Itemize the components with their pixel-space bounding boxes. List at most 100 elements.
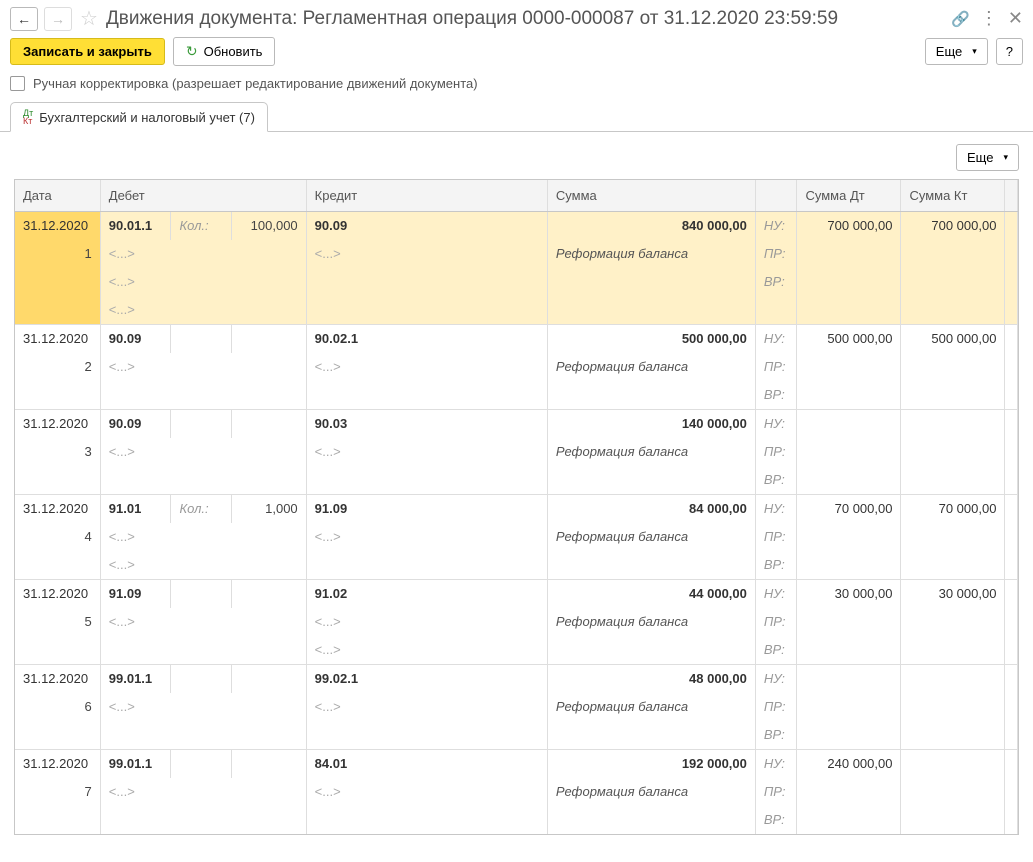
table-subrow[interactable]: ВР:	[15, 806, 1018, 834]
sum-kt: 30 000,00	[901, 580, 1004, 608]
manual-edit-label: Ручная корректировка (разрешает редактир…	[33, 76, 478, 91]
more-button[interactable]: Еще ▾	[925, 38, 988, 65]
table-subrow[interactable]: <...>ВР:	[15, 636, 1018, 665]
table-row[interactable]: 31.12.202090.01.1Кол.:100,00090.09840 00…	[15, 212, 1018, 241]
table-subrow[interactable]: 5<...><...>Реформация балансаПР:	[15, 608, 1018, 636]
debit-kol-label	[171, 410, 230, 438]
kebab-menu-icon[interactable]: ⋮	[980, 8, 998, 29]
table-subrow[interactable]: 2<...><...>Реформация балансаПР:	[15, 353, 1018, 381]
manual-edit-checkbox[interactable]	[10, 76, 25, 91]
debit-sub: <...>	[101, 608, 306, 636]
sum-dt: 30 000,00	[797, 580, 900, 608]
tag-nu: НУ:	[756, 410, 797, 438]
row-number: 6	[15, 693, 100, 721]
debit-account: 99.01.1	[101, 750, 171, 778]
save-close-button[interactable]: Записать и закрыть	[10, 38, 165, 65]
table-row[interactable]: 31.12.202090.0990.02.1500 000,00НУ:500 0…	[15, 325, 1018, 354]
sum-kt	[901, 410, 1004, 438]
table-row[interactable]: 31.12.202099.01.184.01192 000,00НУ:240 0…	[15, 750, 1018, 779]
sum-dt: 500 000,00	[797, 325, 900, 353]
table-subrow[interactable]: ВР:	[15, 466, 1018, 495]
debit-sub: <...>	[101, 353, 306, 381]
description: Реформация баланса	[548, 523, 755, 551]
back-button[interactable]: ←	[10, 7, 38, 31]
debit-sub: <...>	[101, 240, 306, 268]
table-subrow[interactable]: ВР:	[15, 721, 1018, 750]
sum-kt	[901, 750, 1004, 778]
tag: ПР:	[756, 693, 797, 721]
sum-dt	[797, 410, 900, 438]
description: Реформация баланса	[548, 240, 755, 268]
description: Реформация баланса	[548, 693, 755, 721]
debit-sub: <...>	[101, 296, 306, 324]
credit-sub: <...>	[307, 438, 547, 466]
debit-sub: <...>	[101, 693, 306, 721]
col-sum[interactable]: Сумма	[547, 180, 755, 212]
debit-kol-label	[171, 325, 230, 353]
date-cell: 31.12.2020	[15, 212, 100, 240]
tag: ВР:	[756, 721, 797, 749]
table-subrow[interactable]: 7<...><...>Реформация балансаПР:	[15, 778, 1018, 806]
row-number: 2	[15, 353, 100, 381]
table-subrow[interactable]: 6<...><...>Реформация балансаПР:	[15, 693, 1018, 721]
table-subrow[interactable]: 4<...><...>Реформация балансаПР:	[15, 523, 1018, 551]
credit-account: 90.03	[307, 410, 547, 438]
table-subrow[interactable]: ВР:	[15, 381, 1018, 410]
tag: ВР:	[756, 268, 797, 296]
table-row[interactable]: 31.12.202090.0990.03140 000,00НУ:	[15, 410, 1018, 439]
date-cell: 31.12.2020	[15, 410, 100, 438]
credit-sub: <...>	[307, 240, 547, 268]
amount: 140 000,00	[548, 410, 755, 438]
credit-account: 91.02	[307, 580, 547, 608]
favorite-star-icon[interactable]: ☆	[80, 6, 98, 31]
debit-kol-label	[171, 580, 230, 608]
amount: 44 000,00	[548, 580, 755, 608]
forward-button[interactable]: →	[44, 7, 72, 31]
row-number: 5	[15, 608, 100, 636]
table-subrow[interactable]: 3<...><...>Реформация балансаПР:	[15, 438, 1018, 466]
debit-account: 99.01.1	[101, 665, 171, 693]
debit-sub: <...>	[101, 551, 306, 579]
tag: ПР:	[756, 240, 797, 268]
col-date[interactable]: Дата	[15, 180, 100, 212]
table-row[interactable]: 31.12.202099.01.199.02.148 000,00НУ:	[15, 665, 1018, 694]
sum-dt	[797, 665, 900, 693]
close-icon[interactable]: ✕	[1008, 8, 1023, 29]
link-icon[interactable]: 🔗	[951, 10, 970, 28]
col-tag[interactable]	[755, 180, 797, 212]
tag-nu: НУ:	[756, 495, 797, 523]
dtkt-icon: ДтКт	[23, 109, 33, 125]
help-button[interactable]: ?	[996, 38, 1023, 65]
table-row[interactable]: 31.12.202091.01Кол.:1,00091.0984 000,00Н…	[15, 495, 1018, 524]
debit-sub: <...>	[101, 778, 306, 806]
tag: ПР:	[756, 778, 797, 806]
col-sum-kt[interactable]: Сумма Кт	[901, 180, 1005, 212]
debit-qty	[232, 580, 306, 608]
sum-dt: 240 000,00	[797, 750, 900, 778]
description: Реформация баланса	[548, 438, 755, 466]
col-credit[interactable]: Кредит	[306, 180, 547, 212]
description: Реформация баланса	[548, 608, 755, 636]
debit-qty: 100,000	[232, 212, 306, 240]
table-row[interactable]: 31.12.202091.0991.0244 000,00НУ:30 000,0…	[15, 580, 1018, 609]
amount: 500 000,00	[548, 325, 755, 353]
col-sum-dt[interactable]: Сумма Дт	[797, 180, 901, 212]
tag-nu: НУ:	[756, 580, 797, 608]
row-number: 1	[15, 240, 100, 268]
debit-sub: <...>	[101, 268, 306, 296]
table-subrow[interactable]: <...>	[15, 296, 1018, 325]
debit-qty	[232, 325, 306, 353]
date-cell: 31.12.2020	[15, 665, 100, 693]
tab-accounting[interactable]: ДтКт Бухгалтерский и налоговый учет (7)	[10, 102, 268, 132]
entries-grid[interactable]: Дата Дебет Кредит Сумма Сумма Дт Сумма К…	[14, 179, 1019, 835]
refresh-button[interactable]: ↻ Обновить	[173, 37, 276, 66]
date-cell: 31.12.2020	[15, 325, 100, 353]
credit-account: 90.09	[307, 212, 547, 240]
table-subrow[interactable]: <...> ВР:	[15, 268, 1018, 296]
table-subrow[interactable]: <...>ВР:	[15, 551, 1018, 580]
sum-kt	[901, 665, 1004, 693]
col-debit[interactable]: Дебет	[100, 180, 306, 212]
table-subrow[interactable]: 1<...><...>Реформация балансаПР:	[15, 240, 1018, 268]
grid-more-button[interactable]: Еще ▾	[956, 144, 1019, 171]
date-cell: 31.12.2020	[15, 580, 100, 608]
